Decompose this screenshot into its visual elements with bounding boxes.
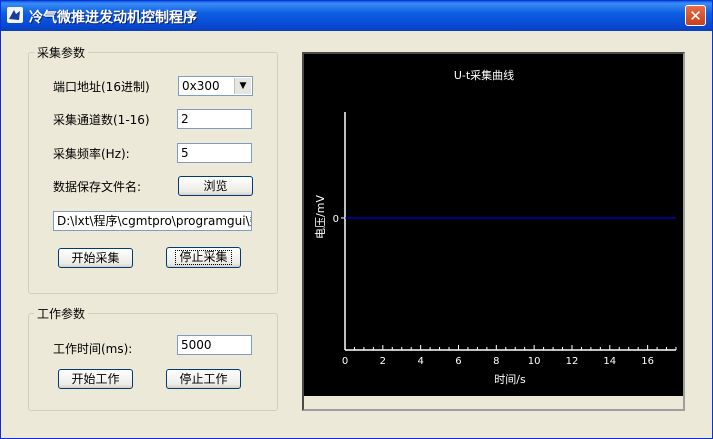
acquisition-group-title: 采集参数 xyxy=(37,46,86,60)
client-area: 采集参数 端口地址(16进制) 0x300 ▼ 采集通道数(1-16) 2 采集… xyxy=(5,31,708,436)
window-title: 冷气微推进发动机控制程序 xyxy=(29,10,197,26)
x-tick-label: 14 xyxy=(603,356,616,367)
work-time-label: 工作时间(ms): xyxy=(53,342,133,356)
title-bar[interactable]: 冷气微推进发动机控制程序 ✕ xyxy=(1,1,712,31)
x-tick-label: 2 xyxy=(380,356,386,367)
port-address-select[interactable]: 0x300 ▼ xyxy=(178,76,253,96)
ut-chart: U-t采集曲线 时间/s 电压/mV 0 2 4 6 8 10 12 14 16 0 xyxy=(304,54,683,396)
close-button[interactable]: ✕ xyxy=(685,5,706,26)
x-tick-label: 4 xyxy=(417,356,423,367)
start-acquisition-button[interactable]: 开始采集 xyxy=(58,248,133,268)
work-time-input[interactable]: 5000 xyxy=(177,335,252,355)
x-axis-label: 时间/s xyxy=(494,373,526,386)
work-group: 工作参数 xyxy=(28,305,278,411)
x-tick-label: 10 xyxy=(528,356,541,367)
close-icon: ✕ xyxy=(689,7,702,25)
main-window: 冷气微推进发动机控制程序 ✕ 采集参数 端口地址(16进制) 0x300 ▼ 采… xyxy=(0,0,713,439)
chart-title: U-t采集曲线 xyxy=(454,68,514,82)
channel-count-label: 采集通道数(1-16) xyxy=(53,113,150,127)
x-tick-label: 6 xyxy=(455,356,461,367)
y-tick-label: 0 xyxy=(333,214,339,225)
app-icon xyxy=(7,7,23,23)
file-path-input[interactable]: D:\lxt\程序\cgmtpro\programgui\数 xyxy=(53,211,252,231)
y-axis-label: 电压/mV xyxy=(314,195,327,239)
stop-acquisition-label: 停止采集 xyxy=(175,250,232,265)
save-file-label: 数据保存文件名: xyxy=(53,180,142,194)
plot-panel: U-t采集曲线 时间/s 电压/mV 0 2 4 6 8 10 12 14 16 0 xyxy=(302,52,685,411)
port-address-value: 0x300 xyxy=(182,79,220,93)
port-address-label: 端口地址(16进制) xyxy=(53,80,150,94)
start-work-button[interactable]: 开始工作 xyxy=(58,369,133,389)
plot-background xyxy=(304,54,683,396)
sample-rate-input[interactable]: 5 xyxy=(177,143,252,163)
x-tick-label: 16 xyxy=(641,356,654,367)
channel-count-input[interactable]: 2 xyxy=(177,109,252,129)
work-group-title: 工作参数 xyxy=(37,307,86,321)
x-tick-label: 12 xyxy=(566,356,579,367)
chevron-down-icon[interactable]: ▼ xyxy=(234,78,251,94)
sample-rate-label: 采集频率(Hz): xyxy=(53,147,130,161)
stop-acquisition-button[interactable]: 停止采集 xyxy=(166,247,241,268)
stop-work-button[interactable]: 停止工作 xyxy=(166,369,241,389)
browse-button[interactable]: 浏览 xyxy=(178,176,253,196)
x-tick-label: 0 xyxy=(342,356,348,367)
x-tick-label: 8 xyxy=(493,356,499,367)
